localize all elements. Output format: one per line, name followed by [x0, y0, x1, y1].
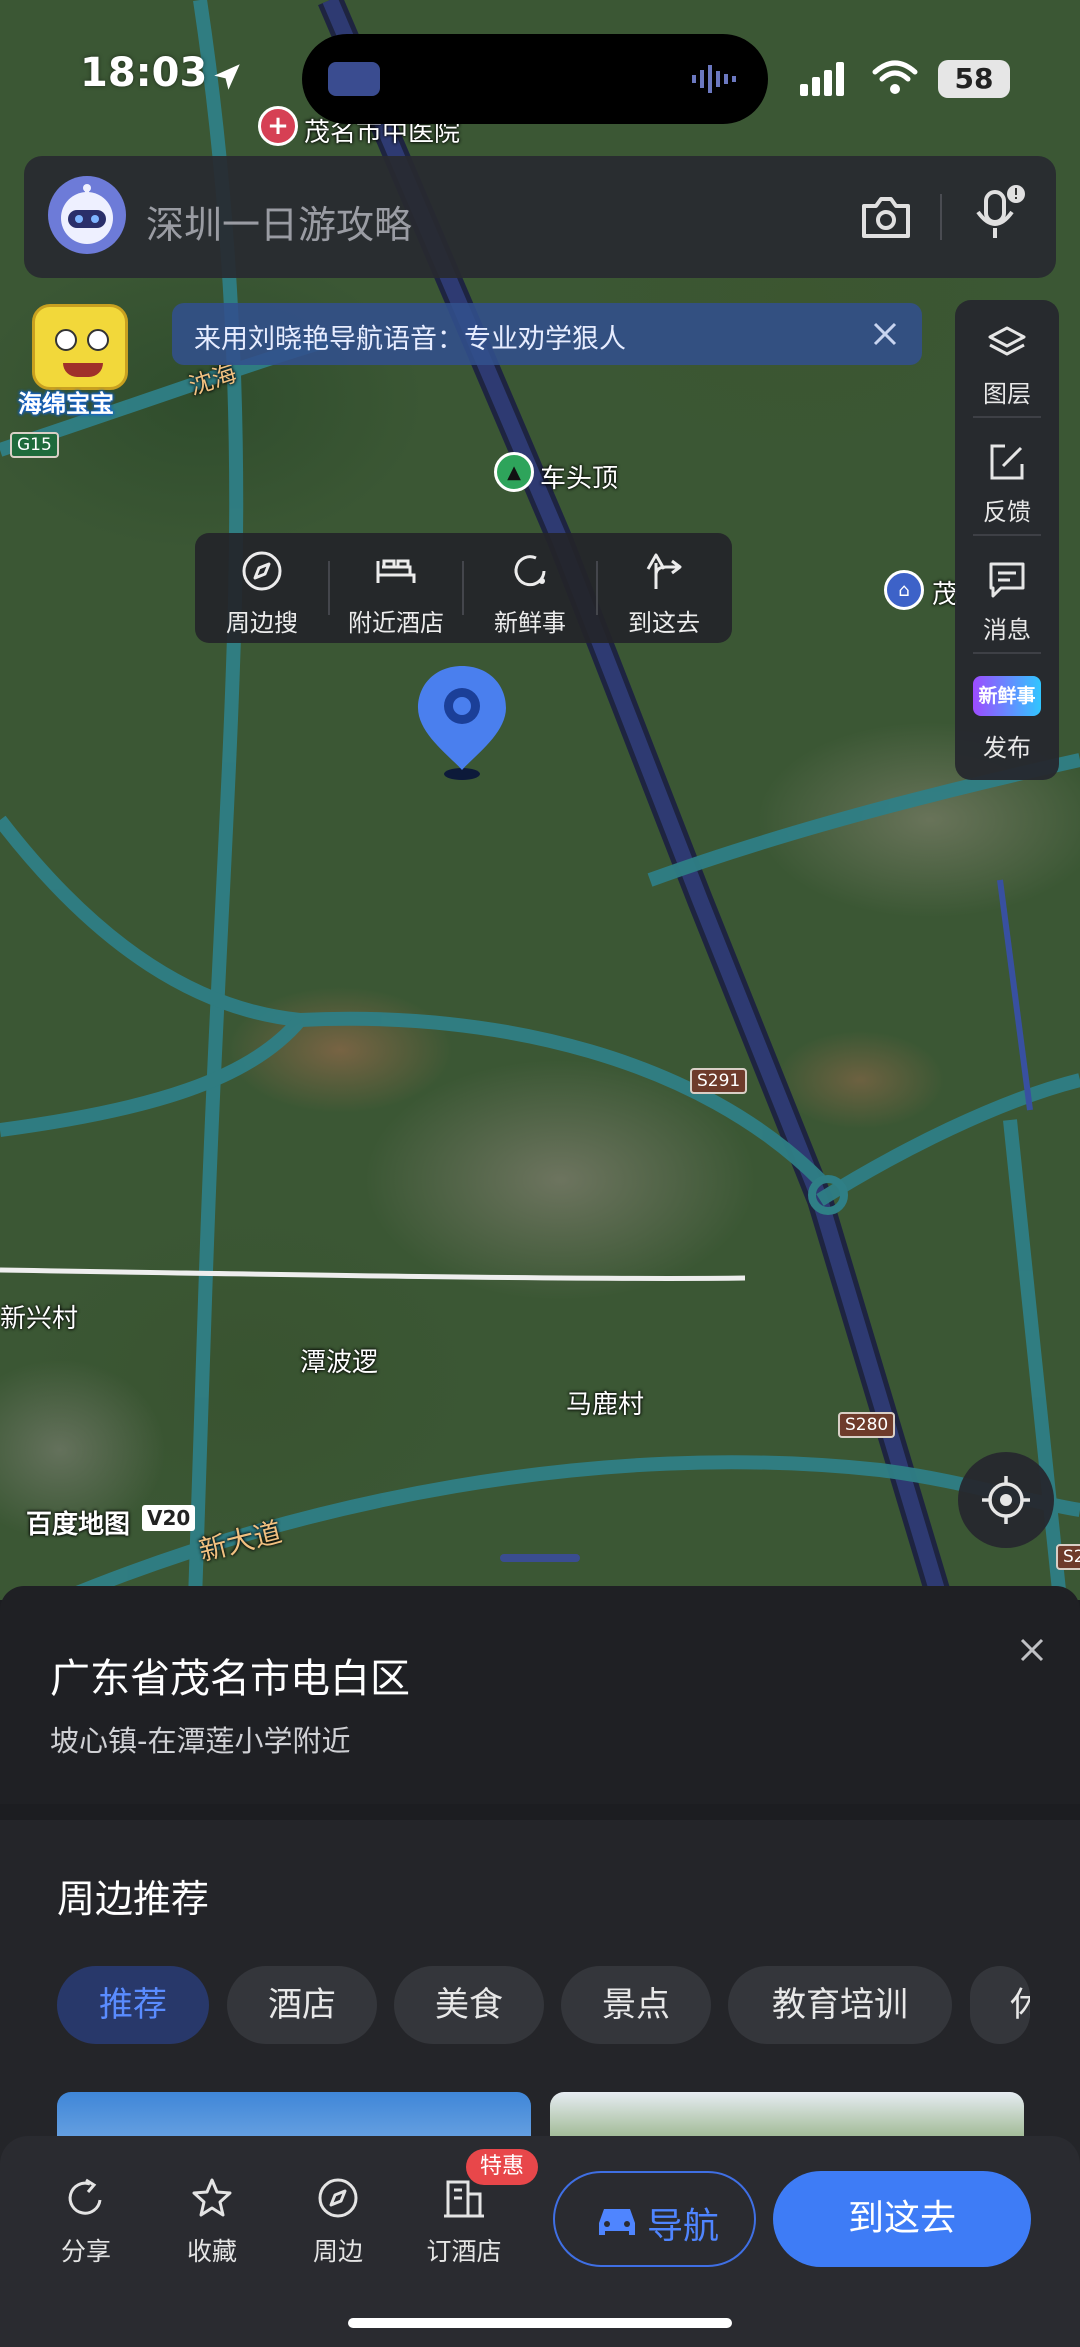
compass-icon	[318, 2178, 358, 2218]
feedback-button[interactable]: 反馈	[955, 418, 1059, 536]
messages-label: 消息	[983, 616, 1031, 644]
nearby-search-button[interactable]: 周边搜	[195, 533, 329, 643]
new-post-icon: 新鲜事	[973, 676, 1041, 716]
location-arrow-icon	[214, 64, 240, 90]
status-time: 18:03	[80, 50, 208, 96]
bed-icon	[376, 559, 416, 583]
popup-divider	[596, 561, 598, 615]
nearby-title: 周边推荐	[57, 1877, 210, 1921]
chip-education[interactable]: 教育培训	[728, 1966, 952, 2044]
search-bar[interactable]: 深圳一日游攻略	[24, 156, 1056, 278]
publish-label: 发布	[983, 734, 1031, 762]
app-thumbnail-icon	[328, 62, 380, 96]
building-icon[interactable]: ⌂	[884, 570, 924, 610]
feedback-label: 反馈	[983, 498, 1031, 526]
chip-scenic[interactable]: 景点	[561, 1966, 711, 2044]
spongebob-icon	[32, 304, 128, 390]
baidu-map-watermark: 百度地图	[26, 1510, 131, 1540]
road-sign-s280: S280	[838, 1412, 896, 1438]
version-badge: V20	[142, 1505, 196, 1531]
close-icon[interactable]	[1012, 1630, 1052, 1670]
search-input[interactable]: 深圳一日游攻略	[146, 194, 412, 249]
go-here-popup-button[interactable]: 到这去	[597, 533, 731, 643]
publish-button[interactable]: 新鲜事 发布	[955, 654, 1059, 772]
place-info-card[interactable]: 广东省茂名市电白区 坡心镇-在潭莲小学附近	[0, 1586, 1080, 1804]
popup-divider	[462, 561, 464, 615]
location-action-popup: 周边搜 附近酒店 新鲜事 到这去	[195, 533, 732, 643]
share-label: 分享	[60, 2237, 111, 2266]
dynamic-island	[302, 34, 768, 124]
messages-button[interactable]: 消息	[955, 536, 1059, 654]
feedback-edit-icon	[990, 444, 1024, 480]
fresh-news-label: 新鲜事	[494, 609, 566, 637]
location-pin-icon[interactable]	[412, 662, 512, 782]
map-tools-panel: 图层 反馈 消息 新鲜事 发布	[955, 300, 1059, 780]
battery-level: 58	[938, 60, 1010, 98]
scale-bar	[500, 1554, 580, 1562]
car-icon	[599, 2209, 635, 2235]
voice-promo-banner[interactable]: 来用刘晓艳导航语音：专业劝学狠人	[172, 303, 922, 365]
navigate-label: 导航	[647, 2206, 720, 2247]
mountain-peak-icon[interactable]: ▲	[494, 452, 534, 492]
favorite-button[interactable]: 收藏	[162, 2176, 262, 2276]
search-divider	[940, 194, 942, 240]
chip-hotel[interactable]: 酒店	[227, 1966, 377, 2044]
book-hotel-button[interactable]: 订酒店	[414, 2176, 514, 2276]
layers-icon	[988, 326, 1026, 356]
map-label-village-1[interactable]: 新兴村	[0, 1298, 78, 1335]
mascot-widget[interactable]: 海绵宝宝	[18, 300, 142, 424]
map-label-peak[interactable]: 车头顶	[540, 458, 618, 495]
layers-button[interactable]: 图层	[955, 300, 1059, 418]
nearby-search-label: 周边搜	[226, 609, 298, 637]
nearby-label: 周边	[312, 2237, 363, 2266]
book-hotel-label: 订酒店	[426, 2237, 502, 2266]
wifi-icon	[872, 60, 918, 94]
assistant-avatar[interactable]	[48, 176, 126, 254]
deal-badge: 特惠	[466, 2149, 539, 2185]
my-location-button[interactable]	[958, 1452, 1054, 1548]
go-here-button[interactable]: 到这去	[773, 2171, 1031, 2267]
robot-icon	[61, 184, 113, 244]
popup-divider	[328, 561, 330, 615]
status-bar: 18:03 58	[0, 0, 1080, 150]
nearby-button[interactable]: 周边	[288, 2176, 388, 2276]
audio-wave-icon	[692, 65, 736, 93]
place-subtitle: 坡心镇-在潭莲小学附近	[50, 1724, 351, 1758]
banner-close-icon[interactable]	[872, 321, 898, 347]
chip-more[interactable]: 休	[970, 1966, 1030, 2044]
nearby-hotel-label: 附近酒店	[348, 609, 444, 637]
home-indicator	[348, 2318, 732, 2328]
message-icon	[989, 562, 1025, 598]
mascot-label: 海绵宝宝	[18, 390, 114, 418]
share-icon	[68, 2178, 102, 2215]
layers-label: 图层	[983, 380, 1031, 408]
road-sign-s291: S291	[690, 1068, 748, 1094]
map-label-village-2[interactable]: 潭波逻	[300, 1342, 378, 1379]
road-sign-g15: G15	[10, 432, 59, 458]
refresh-icon	[514, 555, 546, 587]
turn-arrow-icon	[646, 553, 682, 589]
go-here-popup-label: 到这去	[628, 609, 700, 637]
navigate-button[interactable]: 导航	[553, 2171, 756, 2267]
microphone-icon[interactable]	[972, 184, 1028, 244]
favorite-label: 收藏	[186, 2237, 237, 2266]
share-button[interactable]: 分享	[36, 2176, 136, 2276]
place-title: 广东省茂名市电白区	[50, 1656, 410, 1702]
camera-icon[interactable]	[860, 194, 912, 240]
chip-food[interactable]: 美食	[394, 1966, 544, 2044]
star-icon	[192, 2178, 232, 2217]
voice-banner-text: 来用刘晓艳导航语音：专业劝学狠人	[194, 324, 626, 355]
compass-icon	[242, 551, 282, 591]
fresh-news-button[interactable]: 新鲜事	[463, 533, 597, 643]
nearby-hotel-button[interactable]: 附近酒店	[329, 533, 463, 643]
chip-recommended[interactable]: 推荐	[57, 1966, 209, 2044]
map-label-village-3[interactable]: 马鹿村	[566, 1384, 644, 1421]
road-sign-s2-edge: S2	[1056, 1544, 1080, 1570]
locate-crosshair-icon	[982, 1476, 1030, 1524]
signal-icon	[800, 62, 844, 96]
bottom-action-bar: 分享 收藏 周边 订酒店 特惠 导航 到这去	[0, 2136, 1080, 2347]
